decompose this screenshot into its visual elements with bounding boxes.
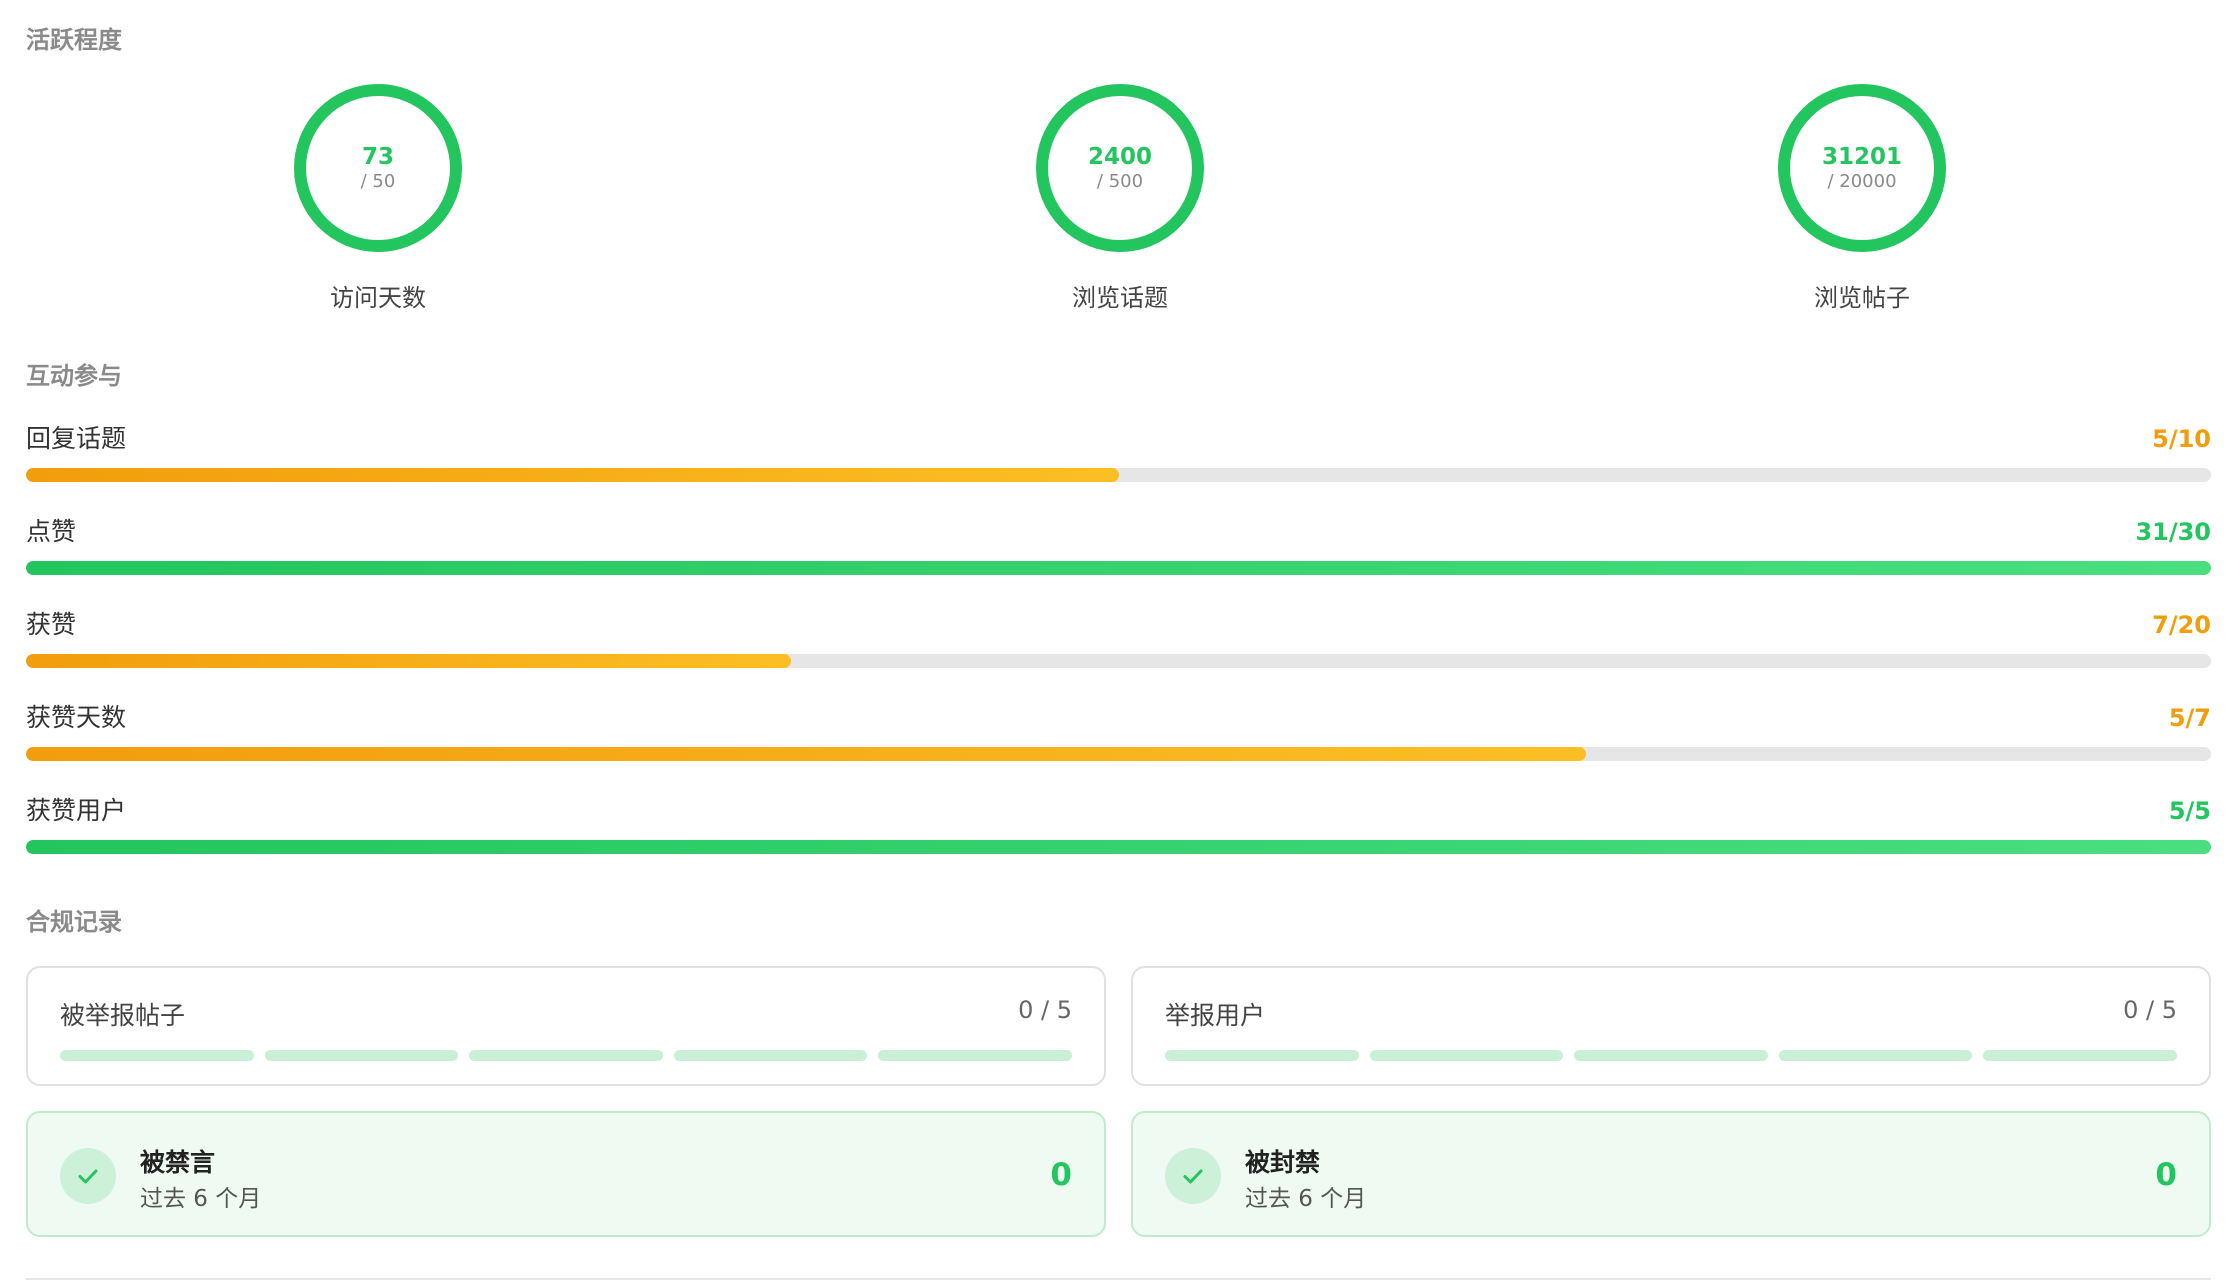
reported-users-card: 举报用户 0 / 5 (1131, 966, 2211, 1086)
progress-value: 7/20 (2152, 611, 2211, 639)
progress-label: 获赞用户 (26, 796, 127, 825)
progress-row-likes-received: 获赞 7/20 (26, 609, 2211, 673)
segment (1369, 1050, 1564, 1061)
trust-level-panel: 活跃程度 73 / 50 访问天数 2400 / 500 浏览话题 31201 … (0, 0, 2230, 1280)
progress-fill (26, 561, 2211, 575)
progress-row-liked-users: 获赞用户 5/5 (26, 795, 2211, 859)
progress-row-liked-days: 获赞天数 5/7 (26, 702, 2211, 766)
segment (1778, 1050, 1973, 1061)
segment (1574, 1050, 1768, 1061)
status-subtitle: 过去 6 个月 (140, 1186, 262, 1212)
progress-ring: 73 / 50 (294, 84, 462, 252)
segment (1165, 1050, 1359, 1061)
segment-bar (1165, 1050, 2177, 1061)
segment (60, 1050, 254, 1061)
segment (1983, 1050, 2177, 1061)
card-count: 0 / 5 (2123, 996, 2177, 1024)
ring-value: 31201 (1821, 144, 1903, 170)
progress-label: 获赞 (26, 610, 77, 639)
segment (673, 1050, 868, 1061)
progress-fill (26, 840, 2211, 854)
progress-label: 回复话题 (26, 424, 127, 453)
progress-fill (26, 747, 1587, 761)
progress-ring: 2400 / 500 (1036, 84, 1204, 252)
progress-value: 5/5 (2168, 797, 2211, 825)
ring-target: / 50 (360, 171, 396, 192)
status-title: 被封禁 (1245, 1148, 1321, 1177)
status-count: 0 (1050, 1157, 1072, 1193)
circle-stat-visit-days: 73 / 50 访问天数 (178, 84, 578, 324)
suspended-status-card: 被封禁 过去 6 个月 0 (1131, 1111, 2211, 1237)
circle-stat-topics-viewed: 2400 / 500 浏览话题 (920, 84, 1320, 324)
interaction-section-title: 互动参与 (26, 362, 122, 390)
progress-fill (26, 654, 791, 668)
segment (264, 1050, 459, 1061)
progress-value: 5/10 (2152, 425, 2211, 453)
progress-label: 点赞 (26, 517, 77, 546)
segment (469, 1050, 663, 1061)
ring-label: 访问天数 (330, 284, 426, 312)
progress-fill (26, 468, 1119, 482)
progress-value: 5/7 (2168, 704, 2211, 732)
ring-target: / 20000 (1827, 171, 1897, 192)
ring-label: 浏览帖子 (1814, 284, 1910, 312)
status-title: 被禁言 (140, 1148, 216, 1177)
progress-label: 获赞天数 (26, 703, 127, 732)
check-icon (1165, 1148, 1221, 1204)
activity-section-title: 活跃程度 (26, 26, 122, 54)
status-subtitle: 过去 6 个月 (1245, 1186, 1367, 1212)
progress-track (26, 561, 2211, 575)
progress-row-replies: 回复话题 5/10 (26, 423, 2211, 487)
silenced-status-card: 被禁言 过去 6 个月 0 (26, 1111, 1106, 1237)
card-label: 被举报帖子 (60, 1001, 186, 1030)
progress-track (26, 747, 2211, 761)
ring-target: / 500 (1096, 171, 1144, 192)
status-count: 0 (2155, 1157, 2177, 1193)
ring-value: 2400 (1087, 144, 1152, 170)
segment-bar (60, 1050, 1072, 1061)
progress-value: 31/30 (2135, 518, 2211, 546)
progress-ring: 31201 / 20000 (1778, 84, 1946, 252)
card-count: 0 / 5 (1018, 996, 1072, 1024)
flagged-posts-card: 被举报帖子 0 / 5 (26, 966, 1106, 1086)
compliance-section-title: 合规记录 (26, 908, 122, 936)
ring-value: 73 (361, 144, 394, 170)
circle-stat-posts-viewed: 31201 / 20000 浏览帖子 (1662, 84, 2062, 324)
progress-row-likes-given: 点赞 31/30 (26, 516, 2211, 580)
check-icon (60, 1148, 116, 1204)
progress-track (26, 840, 2211, 854)
segment (878, 1050, 1072, 1061)
card-label: 举报用户 (1165, 1001, 1266, 1030)
ring-label: 浏览话题 (1072, 284, 1168, 312)
progress-track (26, 654, 2211, 668)
progress-track (26, 468, 2211, 482)
